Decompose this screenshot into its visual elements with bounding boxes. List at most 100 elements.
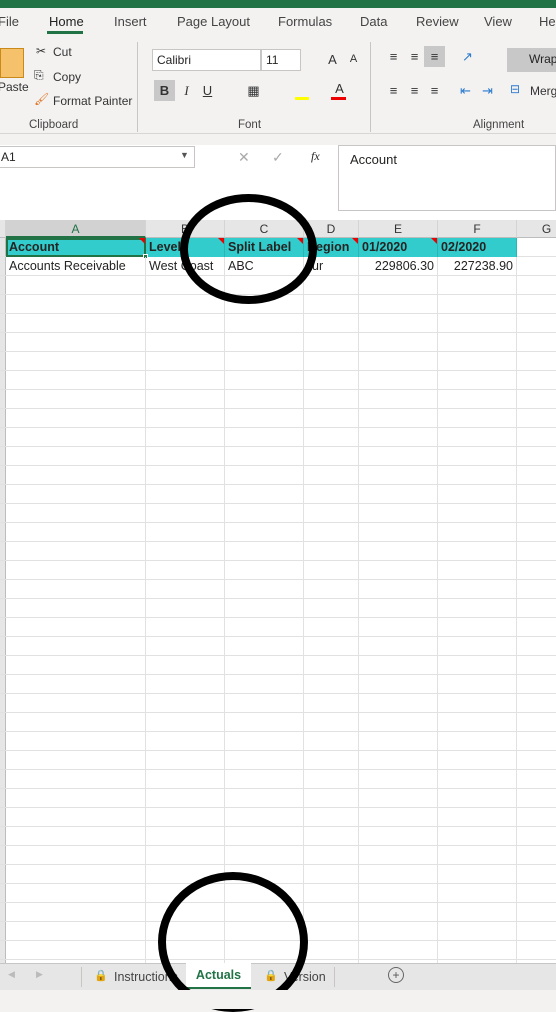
cell[interactable] xyxy=(146,599,225,618)
cut-icon[interactable]: ✂ xyxy=(36,44,46,58)
cell[interactable] xyxy=(304,447,359,466)
align-center-icon[interactable]: ≡ xyxy=(404,80,425,101)
cell[interactable] xyxy=(438,523,517,542)
cell[interactable] xyxy=(438,694,517,713)
cell[interactable] xyxy=(304,808,359,827)
cell[interactable] xyxy=(359,599,438,618)
cell[interactable] xyxy=(225,485,304,504)
cell[interactable] xyxy=(225,542,304,561)
cell[interactable] xyxy=(359,523,438,542)
font-color-button[interactable]: A xyxy=(329,78,350,99)
cell[interactable] xyxy=(225,466,304,485)
cell[interactable] xyxy=(225,751,304,770)
cell[interactable] xyxy=(438,409,517,428)
cell[interactable] xyxy=(146,694,225,713)
cell[interactable] xyxy=(146,656,225,675)
cancel-icon[interactable]: ✕ xyxy=(238,149,250,166)
decrease-indent-icon[interactable]: ⇤ xyxy=(455,80,476,101)
tab-view[interactable]: View xyxy=(484,14,512,29)
cell[interactable] xyxy=(359,808,438,827)
cell[interactable] xyxy=(438,675,517,694)
cell[interactable] xyxy=(225,352,304,371)
cell[interactable] xyxy=(517,732,556,751)
cell[interactable] xyxy=(517,618,556,637)
tab-review[interactable]: Review xyxy=(416,14,459,29)
column-header-a[interactable]: A xyxy=(6,220,146,238)
cell[interactable] xyxy=(438,903,517,922)
cell[interactable] xyxy=(146,542,225,561)
paste-button[interactable]: Paste xyxy=(0,80,29,94)
tab-file[interactable]: File xyxy=(0,14,19,29)
cell[interactable] xyxy=(359,732,438,751)
cell[interactable] xyxy=(146,789,225,808)
cell[interactable] xyxy=(359,371,438,390)
cell[interactable] xyxy=(304,884,359,903)
cell[interactable] xyxy=(146,466,225,485)
wrap-text-button[interactable]: Wrap xyxy=(507,48,556,72)
cell[interactable] xyxy=(304,523,359,542)
cell[interactable] xyxy=(6,409,146,428)
cell[interactable] xyxy=(146,390,225,409)
cell[interactable] xyxy=(146,295,225,314)
align-left-icon[interactable]: ≡ xyxy=(383,80,404,101)
cell[interactable] xyxy=(6,466,146,485)
cell-a1[interactable]: Account xyxy=(6,238,146,257)
align-top-icon[interactable]: ≡ xyxy=(383,46,404,67)
enter-icon[interactable]: ✓ xyxy=(272,149,284,166)
cell[interactable] xyxy=(438,390,517,409)
cell[interactable] xyxy=(304,352,359,371)
cell[interactable] xyxy=(359,751,438,770)
cell[interactable] xyxy=(225,390,304,409)
cell[interactable] xyxy=(359,922,438,941)
cell[interactable] xyxy=(359,561,438,580)
cell[interactable] xyxy=(6,580,146,599)
cell[interactable] xyxy=(225,599,304,618)
cell[interactable] xyxy=(359,637,438,656)
name-box-dropdown-icon[interactable]: ▼ xyxy=(180,150,189,160)
cell[interactable] xyxy=(146,561,225,580)
cell[interactable] xyxy=(304,618,359,637)
cell[interactable] xyxy=(304,314,359,333)
cell[interactable] xyxy=(6,656,146,675)
cell[interactable] xyxy=(304,599,359,618)
cell[interactable] xyxy=(225,447,304,466)
cell[interactable] xyxy=(225,713,304,732)
cell[interactable] xyxy=(225,827,304,846)
cell[interactable] xyxy=(146,409,225,428)
cell[interactable] xyxy=(359,884,438,903)
cell[interactable] xyxy=(6,827,146,846)
cell[interactable] xyxy=(438,865,517,884)
cell[interactable] xyxy=(304,295,359,314)
cell[interactable] xyxy=(359,485,438,504)
cut-button[interactable]: Cut xyxy=(53,45,72,59)
cell[interactable] xyxy=(438,637,517,656)
cell[interactable] xyxy=(146,504,225,523)
fill-color-icon[interactable] xyxy=(295,84,309,100)
cell[interactable] xyxy=(438,751,517,770)
cell[interactable] xyxy=(146,428,225,447)
cell[interactable] xyxy=(359,713,438,732)
cell[interactable] xyxy=(517,884,556,903)
cell[interactable] xyxy=(517,656,556,675)
cell[interactable] xyxy=(438,599,517,618)
cell[interactable] xyxy=(225,808,304,827)
cell[interactable] xyxy=(146,485,225,504)
cell[interactable] xyxy=(225,656,304,675)
cell[interactable] xyxy=(517,390,556,409)
cell-e2[interactable]: 229806.30 xyxy=(359,257,438,276)
copy-button[interactable]: Copy xyxy=(53,70,81,84)
tab-page-layout[interactable]: Page Layout xyxy=(177,14,250,29)
cell[interactable] xyxy=(438,713,517,732)
cell[interactable] xyxy=(304,675,359,694)
cell-a2[interactable]: Accounts Receivable xyxy=(6,257,146,276)
cell[interactable] xyxy=(438,352,517,371)
cell[interactable] xyxy=(438,922,517,941)
cell[interactable] xyxy=(225,618,304,637)
cell[interactable] xyxy=(6,523,146,542)
cell[interactable] xyxy=(438,333,517,352)
cell-e1[interactable]: 01/2020 xyxy=(359,238,438,257)
cell[interactable] xyxy=(146,808,225,827)
insert-function-icon[interactable]: fx xyxy=(311,149,320,164)
cell[interactable] xyxy=(517,314,556,333)
cell[interactable] xyxy=(146,447,225,466)
